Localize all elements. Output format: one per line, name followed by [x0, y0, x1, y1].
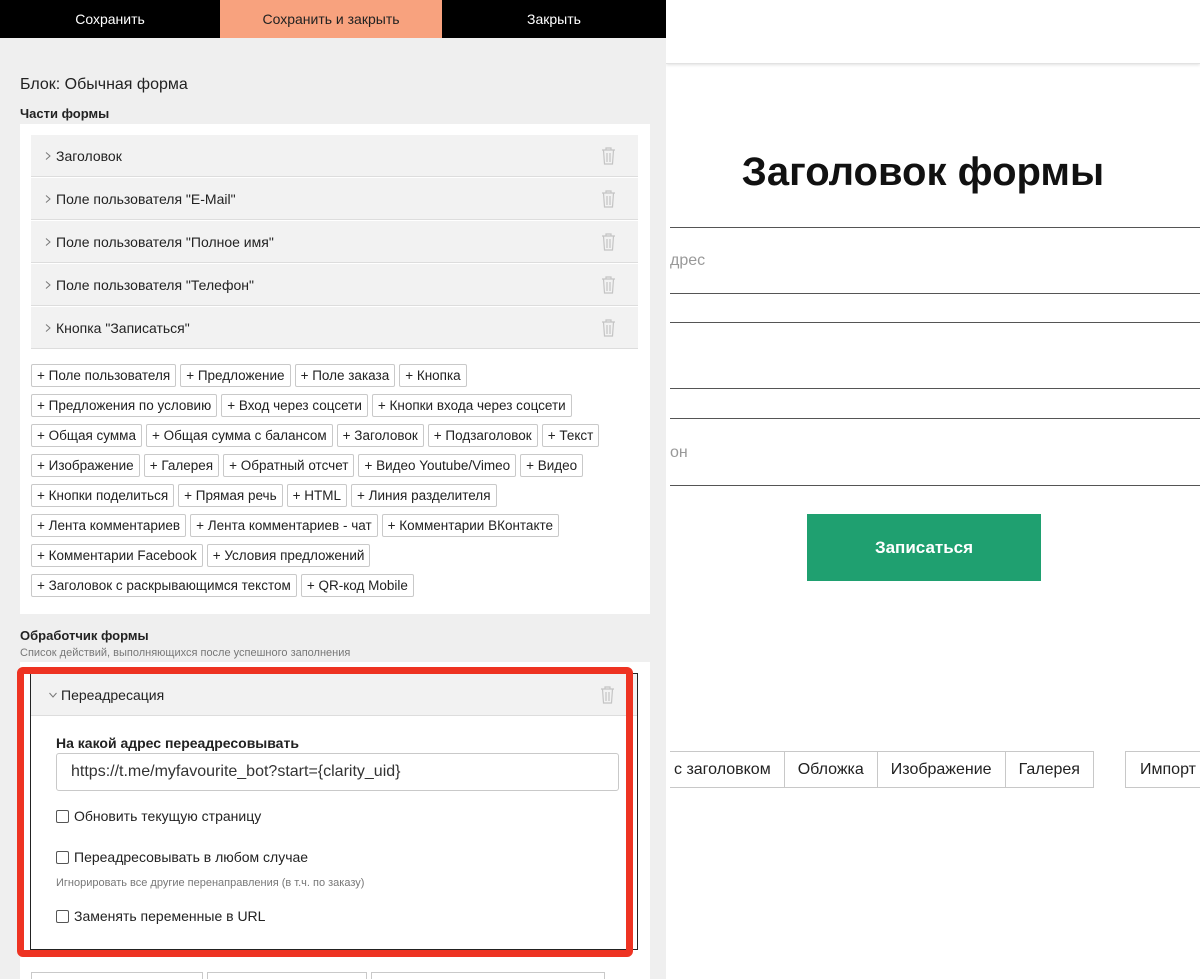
- refresh-page-checkbox[interactable]: [56, 809, 69, 823]
- chevron-right-icon: [44, 194, 52, 203]
- add-comments-feed-button[interactable]: + Лента комментариев: [31, 513, 187, 537]
- add-total-sum-button[interactable]: + Общая сумма: [31, 423, 142, 447]
- save-button[interactable]: Сохранить: [0, 0, 220, 38]
- preview-field-divider: [670, 293, 1200, 294]
- form-handler-description: Список действий, выполняющихся после усп…: [20, 647, 351, 659]
- editor-toolbar: Сохранить Сохранить и закрыть Закрыть: [0, 0, 666, 38]
- form-parts-heading: Части формы: [20, 106, 110, 121]
- form-handler-heading: Обработчик формы: [20, 628, 149, 643]
- preview-tab-gallery[interactable]: Галерея: [1005, 751, 1094, 788]
- add-handler-button[interactable]: [371, 972, 605, 979]
- close-button[interactable]: Закрыть: [442, 0, 666, 38]
- trash-icon[interactable]: [601, 276, 616, 294]
- add-social-login-button[interactable]: + Вход через соцсети: [221, 393, 368, 417]
- add-button-button[interactable]: + Кнопка: [399, 363, 467, 387]
- always-redirect-checkbox[interactable]: [56, 850, 69, 864]
- preview-field-divider: [670, 322, 1200, 323]
- add-order-field-button[interactable]: + Поле заказа: [294, 363, 396, 387]
- form-part-label: Поле пользователя "Телефон": [56, 276, 254, 293]
- form-part-label: Поле пользователя "Полное имя": [56, 233, 274, 250]
- add-youtube-video-button[interactable]: + Видео Youtube/Vimeo: [358, 453, 517, 477]
- add-image-button[interactable]: + Изображение: [31, 453, 140, 477]
- preview-email-field[interactable]: дрес: [670, 252, 705, 270]
- add-countdown-button[interactable]: + Обратный отсчет: [223, 453, 355, 477]
- trash-icon[interactable]: [600, 686, 615, 704]
- add-facebook-comments-button[interactable]: + Комментарии Facebook: [31, 543, 203, 567]
- trash-icon[interactable]: [601, 147, 616, 165]
- handler-title: Переадресация: [61, 686, 165, 703]
- preview-block-tabs: с заголовком Обложка Изображение Галерея: [670, 751, 1094, 788]
- add-social-login-buttons-button[interactable]: + Кнопки входа через соцсети: [371, 393, 572, 417]
- chevron-down-icon: [49, 691, 57, 699]
- redirect-url-label: На какой адрес переадресовывать: [56, 735, 299, 751]
- add-offer-terms-button[interactable]: + Условия предложений: [206, 543, 371, 567]
- form-part-item[interactable]: Поле пользователя "E-Mail": [31, 178, 638, 220]
- add-user-field-button[interactable]: + Поле пользователя: [31, 363, 177, 387]
- always-redirect-hint: Игнорировать все другие перенаправления …: [56, 877, 365, 889]
- add-expandable-heading-button[interactable]: + Заголовок с раскрывающимся текстом: [31, 573, 297, 597]
- form-part-item[interactable]: Кнопка "Записаться": [31, 307, 638, 349]
- always-redirect-label: Переадресовывать в любом случае: [74, 849, 309, 865]
- preview-tab-with-title[interactable]: с заголовком: [670, 751, 785, 788]
- add-quote-button[interactable]: + Прямая речь: [178, 483, 283, 507]
- add-divider-button[interactable]: + Линия разделителя: [351, 483, 497, 507]
- trash-icon[interactable]: [601, 233, 616, 251]
- add-handler-button[interactable]: [31, 972, 203, 979]
- form-part-label: Заголовок: [56, 147, 122, 164]
- form-part-item[interactable]: Поле пользователя "Полное имя": [31, 221, 638, 263]
- preview-tab-image[interactable]: Изображение: [877, 751, 1006, 788]
- refresh-page-option[interactable]: Обновить текущую страницу: [56, 808, 261, 824]
- block-editor-panel: Сохранить Сохранить и закрыть Закрыть Бл…: [0, 0, 666, 979]
- handler-redirect-header[interactable]: Переадресация: [31, 674, 637, 716]
- add-gallery-button[interactable]: + Галерея: [143, 453, 220, 477]
- trash-icon[interactable]: [601, 319, 616, 337]
- preview-topbar: [666, 0, 1200, 64]
- replace-variables-label: Заменять переменные в URL: [74, 908, 266, 924]
- add-offer-button[interactable]: + Предложение: [180, 363, 291, 387]
- form-part-label: Поле пользователя "E-Mail": [56, 190, 236, 207]
- preview-form-title: Заголовок формы: [741, 150, 1105, 194]
- form-part-item[interactable]: Заголовок: [31, 135, 638, 177]
- preview-phone-field[interactable]: он: [670, 444, 688, 462]
- add-text-button[interactable]: + Текст: [541, 423, 600, 447]
- trash-icon[interactable]: [601, 190, 616, 208]
- add-heading-button[interactable]: + Заголовок: [336, 423, 424, 447]
- preview-field-divider: [670, 227, 1200, 228]
- add-qr-code-button[interactable]: + QR-код Mobile: [300, 573, 414, 597]
- form-parts-list: Заголовок Поле пользователя "E-Mail" Пол…: [20, 124, 650, 614]
- chevron-right-icon: [44, 151, 52, 160]
- chevron-right-icon: [44, 323, 52, 332]
- add-html-button[interactable]: + HTML: [286, 483, 348, 507]
- add-video-button[interactable]: + Видео: [520, 453, 584, 477]
- preview-submit-button[interactable]: Записаться: [807, 514, 1041, 581]
- save-and-close-button[interactable]: Сохранить и закрыть: [220, 0, 442, 38]
- replace-variables-checkbox[interactable]: [56, 909, 69, 923]
- add-total-with-balance-button[interactable]: + Общая сумма с балансом: [145, 423, 333, 447]
- add-handler-buttons: [31, 972, 609, 979]
- add-handler-button[interactable]: [207, 972, 367, 979]
- always-redirect-option[interactable]: Переадресовывать в любом случае: [56, 849, 308, 865]
- block-title: Блок: Обычная форма: [20, 76, 188, 93]
- preview-tab-cover[interactable]: Обложка: [784, 751, 878, 788]
- form-part-item[interactable]: Поле пользователя "Телефон": [31, 264, 638, 306]
- add-subheading-button[interactable]: + Подзаголовок: [427, 423, 538, 447]
- refresh-page-label: Обновить текущую страницу: [74, 808, 262, 824]
- add-conditional-offers-button[interactable]: + Предложения по условию: [31, 393, 218, 417]
- add-vk-comments-button[interactable]: + Комментарии ВКонтакте: [381, 513, 560, 537]
- chevron-right-icon: [44, 237, 52, 246]
- redirect-url-input[interactable]: [56, 753, 619, 791]
- chevron-right-icon: [44, 280, 52, 289]
- add-comments-chat-button[interactable]: + Лента комментариев - чат: [190, 513, 378, 537]
- preview-field-divider: [670, 485, 1200, 486]
- preview-import-button[interactable]: Импорт: [1125, 751, 1200, 788]
- preview-field-divider: [670, 388, 1200, 389]
- add-part-buttons: + Поле пользователя + Предложение + Поле…: [31, 360, 631, 600]
- add-share-buttons-button[interactable]: + Кнопки поделиться: [31, 483, 175, 507]
- preview-field-divider: [670, 418, 1200, 419]
- form-part-label: Кнопка "Записаться": [56, 319, 190, 336]
- replace-variables-option[interactable]: Заменять переменные в URL: [56, 908, 265, 924]
